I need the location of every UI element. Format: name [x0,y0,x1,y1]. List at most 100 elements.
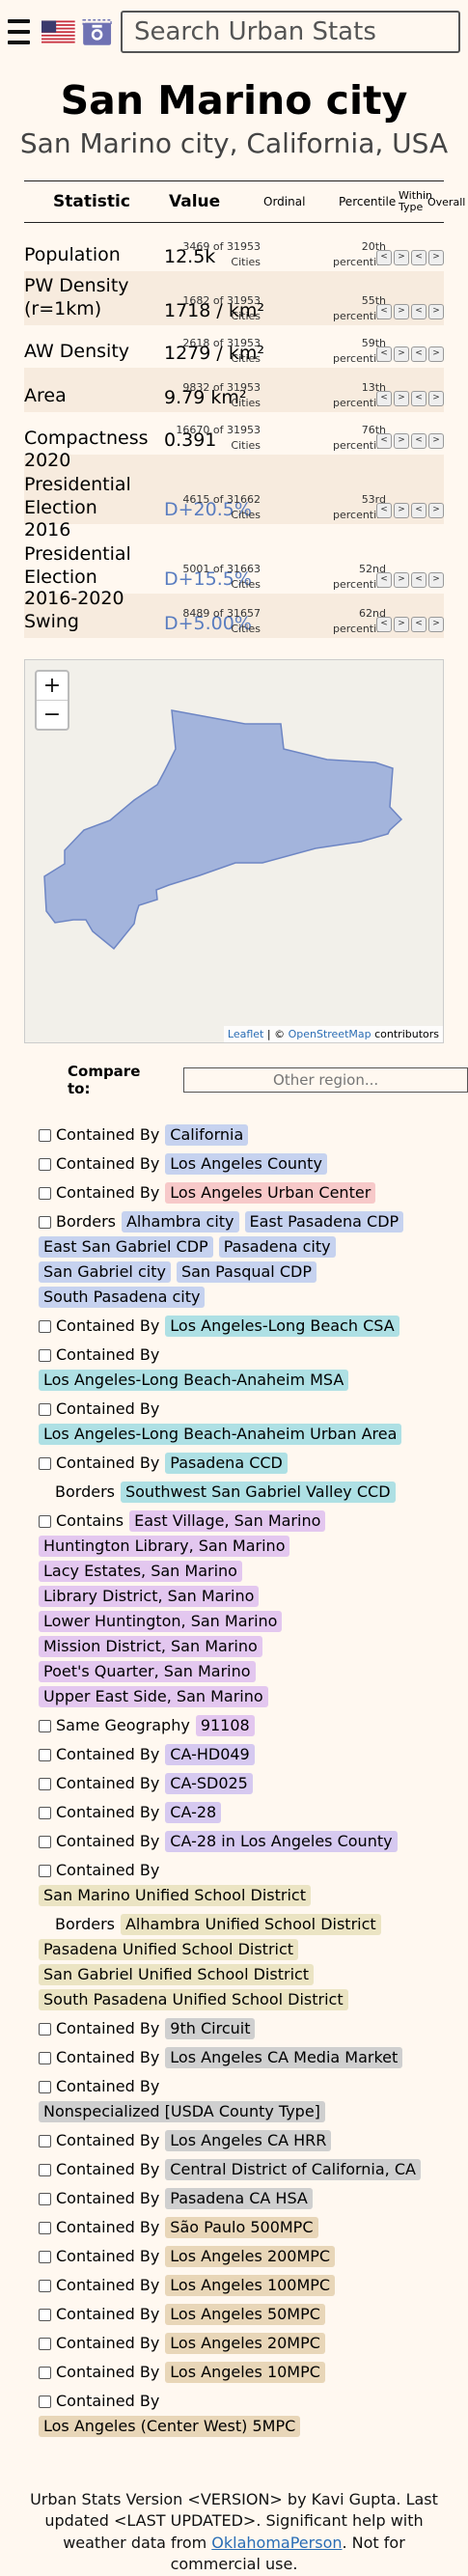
prev-within-type-button[interactable]: < [376,250,392,265]
related-region-link[interactable]: Huntington Library, San Marino [39,1536,290,1557]
related-region-link[interactable]: Los Angeles 200MPC [165,2246,336,2267]
relation-checkbox[interactable] [39,1864,51,1877]
next-overall-button[interactable]: > [428,304,444,319]
relation-checkbox[interactable] [39,1456,51,1470]
next-within-type-button[interactable]: > [394,617,409,632]
next-within-type-button[interactable]: > [394,346,409,362]
screenshot-camera-icon[interactable] [81,10,113,54]
next-within-type-button[interactable]: > [394,433,409,449]
prev-within-type-button[interactable]: < [376,503,392,518]
relation-checkbox[interactable] [39,2051,51,2064]
next-overall-button[interactable]: > [428,346,444,362]
related-region-link[interactable]: Los Angeles 100MPC [165,2275,336,2296]
relation-checkbox[interactable] [39,1835,51,1848]
related-region-link[interactable]: South Pasadena Unified School District [39,1989,348,2010]
relation-checkbox[interactable] [39,2279,51,2292]
next-within-type-button[interactable]: > [394,250,409,265]
related-region-link[interactable]: Los Angeles 10MPC [165,2362,325,2383]
stat-name[interactable]: 2020 Presidential Election [24,449,159,520]
related-region-link[interactable]: Lacy Estates, San Marino [39,1561,242,1582]
related-region-link[interactable]: East Village, San Marino [129,1510,326,1532]
stat-name[interactable]: Area [24,384,159,408]
stat-name[interactable]: PW Density (r=1km) [24,274,159,321]
relation-checkbox[interactable] [39,1186,51,1200]
us-flag-icon[interactable] [41,16,75,47]
prev-overall-button[interactable]: < [411,346,427,362]
related-region-link[interactable]: Los Angeles (Center West) 5MPC [39,2416,301,2437]
hamburger-menu-icon[interactable] [8,19,31,44]
related-region-link[interactable]: CA-28 [165,1802,222,1823]
related-region-link[interactable]: Library District, San Marino [39,1586,260,1607]
next-within-type-button[interactable]: > [394,572,409,588]
related-region-link[interactable]: Los Angeles Urban Center [165,1182,376,1204]
relation-checkbox[interactable] [39,1157,51,1171]
related-region-link[interactable]: Los Angeles 50MPC [165,2304,325,2325]
relation-checkbox[interactable] [39,2221,51,2234]
prev-overall-button[interactable]: < [411,572,427,588]
prev-overall-button[interactable]: < [411,304,427,319]
next-within-type-button[interactable]: > [394,503,409,518]
related-region-link[interactable]: São Paulo 500MPC [165,2217,318,2238]
next-overall-button[interactable]: > [428,503,444,518]
related-region-link[interactable]: Los Angeles-Long Beach-Anaheim Urban Are… [39,1424,402,1445]
related-region-link[interactable]: 91108 [195,1715,255,1736]
next-within-type-button[interactable]: > [394,391,409,406]
related-region-link[interactable]: South Pasadena city [39,1287,206,1308]
stat-name[interactable]: 2016 Presidential Election [24,518,159,590]
relation-checkbox[interactable] [39,1348,51,1362]
prev-within-type-button[interactable]: < [376,346,392,362]
related-region-link[interactable]: CA-HD049 [165,1744,255,1765]
related-region-link[interactable]: Pasadena city [218,1236,336,1258]
related-region-link[interactable]: Los Angeles CA Media Market [165,2047,403,2068]
prev-overall-button[interactable]: < [411,391,427,406]
prev-overall-button[interactable]: < [411,250,427,265]
prev-within-type-button[interactable]: < [376,433,392,449]
related-region-link[interactable]: San Gabriel Unified School District [39,1964,315,1985]
relation-checkbox[interactable] [39,1777,51,1790]
next-overall-button[interactable]: > [428,250,444,265]
relation-checkbox[interactable] [39,1719,51,1732]
relation-checkbox[interactable] [39,2308,51,2321]
footer-credit-link[interactable]: OklahomaPerson [211,2534,342,2552]
related-region-link[interactable]: Pasadena CA HSA [165,2188,313,2209]
zoom-in-button[interactable]: + [37,672,68,701]
related-region-link[interactable]: San Pasqual CDP [176,1261,317,1283]
related-region-link[interactable]: Alhambra city [121,1211,239,1233]
next-overall-button[interactable]: > [428,391,444,406]
relation-checkbox[interactable] [39,1319,51,1333]
stat-name[interactable]: 2016-2020 Swing [24,587,159,634]
compare-region-input[interactable] [183,1067,468,1093]
prev-overall-button[interactable]: < [411,503,427,518]
stat-name[interactable]: Compactness [24,427,159,451]
relation-checkbox[interactable] [39,2337,51,2350]
zoom-out-button[interactable]: − [37,701,68,729]
related-region-link[interactable]: San Gabriel city [39,1261,171,1283]
related-region-link[interactable]: Los Angeles-Long Beach-Anaheim MSA [39,1370,349,1391]
osm-link[interactable]: OpenStreetMap [289,1028,372,1040]
stat-name[interactable]: Population [24,243,159,267]
related-region-link[interactable]: Pasadena Unified School District [39,1939,299,1960]
related-region-link[interactable]: Los Angeles 20MPC [165,2333,325,2354]
prev-within-type-button[interactable]: < [376,391,392,406]
next-overall-button[interactable]: > [428,617,444,632]
relation-checkbox[interactable] [39,2250,51,2263]
prev-within-type-button[interactable]: < [376,617,392,632]
leaflet-link[interactable]: Leaflet [228,1028,263,1040]
related-region-link[interactable]: East Pasadena CDP [244,1211,404,1233]
prev-within-type-button[interactable]: < [376,304,392,319]
related-region-link[interactable]: CA-28 in Los Angeles County [165,1831,398,1852]
related-region-link[interactable]: 9th Circuit [165,2018,256,2039]
next-within-type-button[interactable]: > [394,304,409,319]
related-region-link[interactable]: Nonspecialized [USDA County Type] [39,2101,325,2122]
region-map[interactable]: + − Leaflet | © OpenStreetMap contributo… [24,659,444,1043]
search-input[interactable] [121,11,460,53]
related-region-link[interactable]: Alhambra Unified School District [120,1914,381,1935]
prev-overall-button[interactable]: < [411,617,427,632]
related-region-link[interactable]: San Marino Unified School District [39,1885,311,1906]
relation-checkbox[interactable] [39,2022,51,2036]
relation-checkbox[interactable] [39,1806,51,1819]
prev-within-type-button[interactable]: < [376,572,392,588]
relation-checkbox[interactable] [39,2080,51,2093]
relation-checkbox[interactable] [39,2163,51,2176]
stat-name[interactable]: AW Density [24,340,159,364]
